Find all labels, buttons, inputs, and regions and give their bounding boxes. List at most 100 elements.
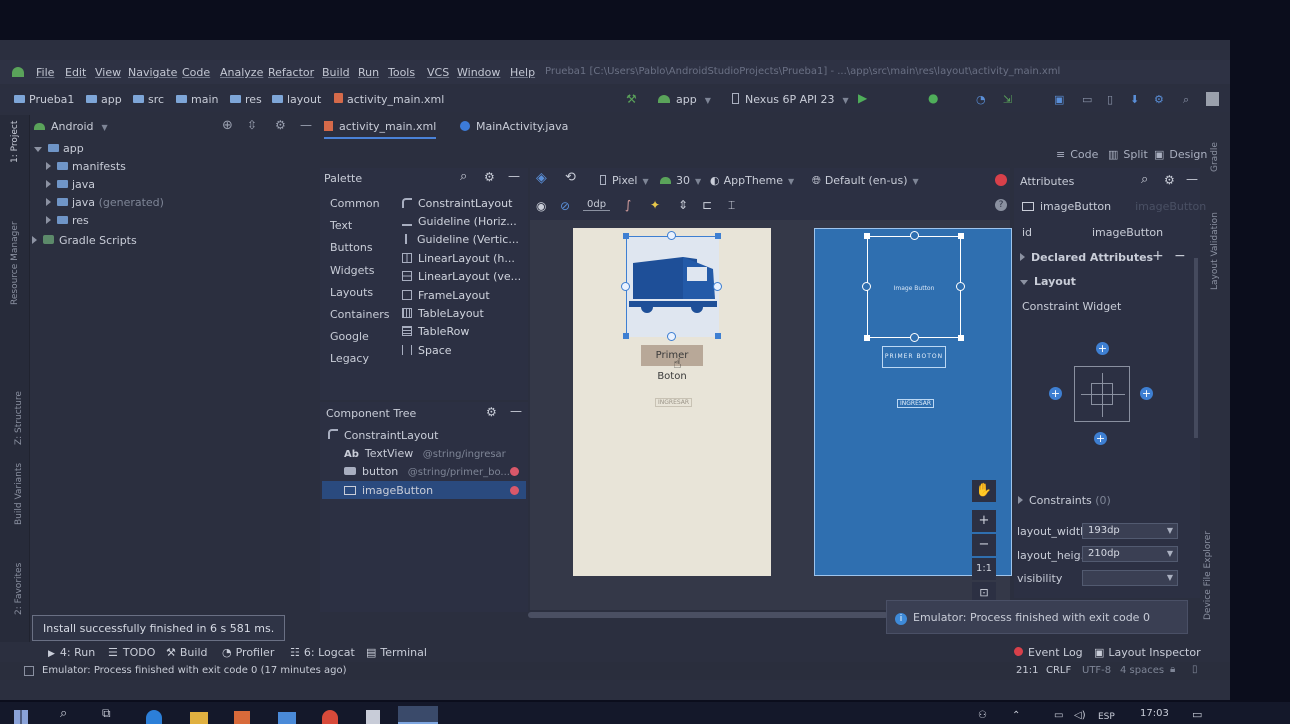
tree-node-constraintlayout[interactable]: ConstraintLayout <box>328 429 438 442</box>
layers-icon[interactable]: ◈ <box>536 170 547 186</box>
tree-item-gradle-scripts[interactable]: Gradle Scripts <box>32 234 137 247</box>
tree-node-textview[interactable]: Ab TextView @string/ingresar <box>344 447 506 460</box>
task-view-icon[interactable]: ⧉ <box>102 706 111 721</box>
tool-window-layout-validation[interactable]: Layout Validation <box>1210 212 1220 290</box>
edge-icon[interactable] <box>146 710 162 724</box>
palette-category-containers[interactable]: Containers <box>330 308 390 321</box>
menu-vcs[interactable]: VCS <box>427 66 449 79</box>
minimize-icon[interactable]: — <box>510 404 522 418</box>
primer-boton-preview[interactable]: Primer Boton <box>641 345 703 382</box>
tool-window-resource-manager[interactable]: Resource Manager <box>10 221 20 305</box>
layout-height-field[interactable]: 210dp ▼ <box>1082 546 1178 562</box>
debug-icon[interactable]: ● <box>928 91 938 105</box>
breadcrumb-file[interactable]: activity_main.xml <box>334 93 444 106</box>
minimize-icon[interactable]: — <box>508 169 520 183</box>
clear-constraints-icon[interactable]: ∫ <box>625 198 631 212</box>
tool-window-structure[interactable]: Z: Structure <box>14 391 24 445</box>
default-margin-field[interactable]: 0dp <box>583 199 611 211</box>
help-icon[interactable]: ? <box>995 199 1007 211</box>
zoom-out-button[interactable]: − <box>972 534 996 556</box>
device-select[interactable]: Nexus 6P API 23 ▼ <box>732 93 849 106</box>
palette-item-linearlayout-horizontal[interactable]: LinearLayout (h... <box>402 252 515 265</box>
layout-section[interactable]: Layout <box>1020 275 1076 288</box>
constraint-widget[interactable] <box>1074 366 1130 422</box>
mail-icon[interactable] <box>278 712 296 724</box>
chrome-icon[interactable] <box>322 710 338 724</box>
palette-category-common[interactable]: Common <box>330 197 380 210</box>
gear-icon[interactable]: ⚙ <box>1154 93 1164 106</box>
remove-attribute-button[interactable]: − <box>1174 248 1186 264</box>
resize-handle[interactable] <box>958 335 964 341</box>
hammer-icon[interactable]: ⚒ <box>626 92 640 106</box>
constraint-anchor[interactable] <box>621 282 630 291</box>
add-left-constraint-icon[interactable]: + <box>1049 387 1062 400</box>
pan-icon[interactable]: ✋ <box>972 480 996 502</box>
breadcrumb-main[interactable]: main <box>176 93 218 106</box>
menu-refactor[interactable]: Refactor <box>268 66 314 79</box>
indent-setting[interactable]: 4 spaces <box>1120 665 1164 676</box>
primer-boton-blueprint[interactable]: PRIMER BOTON <box>882 346 946 368</box>
constraint-anchor[interactable] <box>910 333 919 342</box>
menu-window[interactable]: Window <box>457 66 500 79</box>
file-explorer-icon[interactable] <box>190 712 208 724</box>
constraint-anchor[interactable] <box>910 231 919 240</box>
emulator-notification[interactable]: i Emulator: Process finished with exit co… <box>886 600 1188 634</box>
magnet-icon[interactable]: ⊘ <box>560 199 570 213</box>
attach-debugger-icon[interactable]: ⇲ <box>1003 93 1012 106</box>
palette-category-widgets[interactable]: Widgets <box>330 264 374 277</box>
declared-attributes-section[interactable]: Declared Attributes <box>1020 251 1153 264</box>
chevron-down-icon[interactable]: ▼ <box>1167 526 1173 535</box>
menu-build[interactable]: Build <box>322 66 350 79</box>
avd-manager-icon[interactable]: ▯ <box>1107 93 1113 106</box>
menu-tools[interactable]: Tools <box>388 66 415 79</box>
avatar[interactable] <box>1206 92 1219 106</box>
tab-activity-main[interactable]: activity_main.xml <box>324 120 437 139</box>
palette-item-guideline-vertical[interactable]: Guideline (Vertic... <box>402 233 519 246</box>
palette-category-google[interactable]: Google <box>330 330 369 343</box>
minimize-icon[interactable]: — <box>1186 172 1198 186</box>
breadcrumb-layout[interactable]: layout <box>272 93 321 106</box>
palette-category-layouts[interactable]: Layouts <box>330 286 373 299</box>
design-preview[interactable]: Primer Boton ☝ INGRESAR <box>573 228 771 576</box>
zoom-in-button[interactable]: + <box>972 510 996 532</box>
breadcrumb-app[interactable]: app <box>86 93 122 106</box>
image-button-blueprint[interactable]: Image Button <box>867 236 961 338</box>
palette-category-legacy[interactable]: Legacy <box>330 352 369 365</box>
trash-icon[interactable]: ▯ <box>1192 664 1198 675</box>
palette-item-tablelayout[interactable]: TableLayout <box>402 307 484 320</box>
gear-icon[interactable]: ⚙ <box>1164 173 1175 187</box>
view-mode-code[interactable]: ≡ Code <box>1056 148 1098 161</box>
palette-item-space[interactable]: Space <box>402 344 452 357</box>
view-mode-split[interactable]: ▥ Split <box>1108 148 1148 161</box>
tool-window-build-variants[interactable]: Build Variants <box>14 463 24 525</box>
tree-item-java-generated[interactable]: java (generated) <box>46 196 164 209</box>
tool-window-project[interactable]: 1: Project <box>10 121 20 163</box>
volume-icon[interactable]: ◁) <box>1074 710 1086 721</box>
constraint-anchor[interactable] <box>956 282 965 291</box>
error-badge-icon[interactable] <box>510 467 519 476</box>
attributes-scrollbar[interactable] <box>1194 258 1198 438</box>
resize-handle[interactable] <box>715 233 721 239</box>
palette-item-framelayout[interactable]: FrameLayout <box>402 289 490 302</box>
add-bottom-constraint-icon[interactable]: + <box>1094 432 1107 445</box>
line-separator[interactable]: CRLF <box>1046 665 1071 676</box>
menu-code[interactable]: Code <box>182 66 210 79</box>
add-attribute-button[interactable]: + <box>1152 248 1164 264</box>
gear-icon[interactable]: ⚙ <box>484 170 495 184</box>
minimize-icon[interactable]: — <box>300 118 312 132</box>
tool-window-layout-inspector[interactable]: ▣ Layout Inspector <box>1094 646 1201 659</box>
palette-item-constraintlayout[interactable]: ConstraintLayout <box>402 197 512 210</box>
tool-window-device-file-explorer[interactable]: Device File Explorer <box>1203 531 1213 620</box>
profile-icon[interactable]: ◔ <box>976 93 986 106</box>
chevron-down-icon[interactable]: ▼ <box>1167 573 1173 582</box>
orientation-icon[interactable]: ⟲ <box>565 170 576 185</box>
add-right-constraint-icon[interactable]: + <box>1140 387 1153 400</box>
constraint-anchor[interactable] <box>667 231 676 240</box>
menu-navigate[interactable]: Navigate <box>128 66 177 79</box>
people-icon[interactable]: ⚇ <box>978 710 987 721</box>
textview-preview[interactable]: INGRESAR <box>655 398 693 407</box>
resize-handle[interactable] <box>958 233 964 239</box>
network-icon[interactable]: ▭ <box>1054 710 1063 721</box>
menu-analyze[interactable]: Analyze <box>220 66 263 79</box>
palette-category-text[interactable]: Text <box>330 219 352 232</box>
